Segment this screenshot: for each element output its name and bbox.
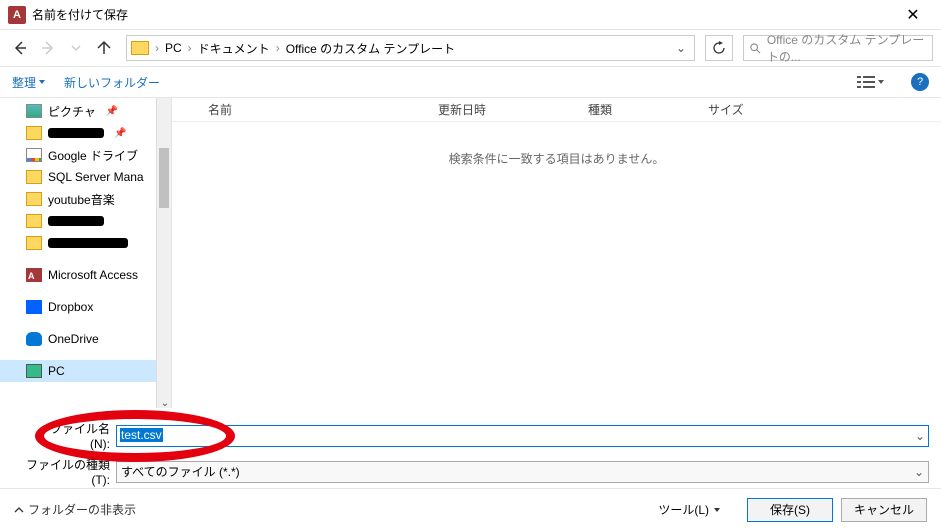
cancel-button[interactable]: キャンセル (841, 498, 927, 522)
save-button[interactable]: 保存(S) (747, 498, 833, 522)
sidebar-item-google-drive[interactable]: Google ドライブ (0, 144, 171, 166)
breadcrumb-dropdown[interactable]: ⌄ (676, 41, 686, 55)
filetype-dropdown[interactable]: ⌄ (914, 465, 924, 479)
column-size[interactable]: サイズ (708, 101, 788, 118)
folder-icon (26, 126, 42, 140)
sidebar-item-redacted[interactable] (0, 210, 171, 232)
refresh-icon (712, 41, 726, 55)
search-icon (750, 42, 761, 55)
hide-folders-button[interactable]: フォルダーの非表示 (14, 501, 136, 518)
filename-dropdown[interactable]: ⌄ (915, 429, 925, 443)
filetype-combo[interactable]: すべてのファイル (*.*) ⌄ (116, 461, 929, 483)
google-drive-icon (26, 148, 42, 162)
sidebar-item-access[interactable]: AMicrosoft Access (0, 264, 171, 286)
sidebar-item-sql-server[interactable]: SQL Server Mana (0, 166, 171, 188)
window-title: 名前を付けて保存 (32, 6, 893, 23)
toolbar: 整理 新しいフォルダー ? (0, 66, 941, 98)
forward-button[interactable] (36, 36, 60, 60)
filetype-value: すべてのファイル (*.*) (121, 463, 240, 480)
folder-icon (26, 236, 42, 250)
folder-icon (26, 192, 42, 206)
scrollbar-thumb[interactable] (159, 148, 169, 208)
file-list-area: 名前 更新日時 種類 サイズ 検索条件に一致する項目はありません。 (172, 98, 941, 408)
new-folder-button[interactable]: 新しいフォルダー (64, 74, 160, 91)
help-button[interactable]: ? (911, 73, 929, 91)
sidebar-item-dropbox[interactable]: Dropbox (0, 296, 171, 318)
tools-menu[interactable]: ツール(L) (658, 501, 721, 518)
pc-icon (26, 364, 42, 378)
folder-icon (26, 170, 42, 184)
filename-input[interactable] (116, 425, 929, 447)
access-app-icon: A (8, 6, 26, 24)
main-area: ピクチャ📌 📌 Google ドライブ SQL Server Mana yout… (0, 98, 941, 408)
back-button[interactable] (8, 36, 32, 60)
view-icon (857, 75, 875, 89)
chevron-down-icon (71, 43, 81, 53)
pin-icon: 📌 (106, 106, 118, 117)
empty-message: 検索条件に一致する項目はありません。 (172, 122, 941, 167)
search-placeholder: Office のカスタム テンプレートの... (767, 31, 926, 65)
filename-label: ファイル名(N): (36, 420, 116, 451)
close-button[interactable]: ✕ (893, 5, 933, 25)
up-button[interactable] (92, 36, 116, 60)
sidebar-scrollbar[interactable] (156, 98, 171, 408)
pin-icon: 📌 (114, 128, 126, 139)
sidebar-item-pictures[interactable]: ピクチャ📌 (0, 100, 171, 122)
chevron-down-icon (877, 78, 885, 86)
nav-bar: › PC › ドキュメント › Office のカスタム テンプレート ⌄ Of… (0, 30, 941, 66)
sidebar-item-redacted[interactable]: 📌 (0, 122, 171, 144)
filename-row: ファイル名(N): test.csv ⌄ (0, 414, 941, 454)
breadcrumb-current[interactable]: Office のカスタム テンプレート (284, 40, 457, 57)
sidebar-expand-toggle[interactable]: ⌄ (159, 398, 171, 408)
column-headers: 名前 更新日時 種類 サイズ (172, 98, 941, 122)
dropbox-icon (26, 300, 42, 314)
sidebar-item-pc[interactable]: PC (0, 360, 171, 382)
breadcrumb-pc[interactable]: PC (163, 41, 184, 55)
sidebar: ピクチャ📌 📌 Google ドライブ SQL Server Mana yout… (0, 98, 172, 408)
sidebar-item-youtube-music[interactable]: youtube音楽 (0, 188, 171, 210)
titlebar: A 名前を付けて保存 ✕ (0, 0, 941, 30)
chevron-right-icon: › (188, 41, 192, 55)
column-type[interactable]: 種類 (588, 101, 708, 118)
onedrive-icon (26, 332, 42, 346)
chevron-down-icon (713, 506, 721, 514)
redacted-label (48, 128, 104, 138)
folder-icon (131, 41, 149, 55)
filetype-label: ファイルの種類(T): (24, 456, 116, 487)
arrow-left-icon (12, 40, 28, 56)
breadcrumb[interactable]: › PC › ドキュメント › Office のカスタム テンプレート ⌄ (126, 35, 695, 61)
search-input[interactable]: Office のカスタム テンプレートの... (743, 35, 933, 61)
bottom-bar: フォルダーの非表示 ツール(L) 保存(S) キャンセル (0, 488, 941, 530)
access-icon: A (26, 268, 42, 282)
arrow-right-icon (40, 40, 56, 56)
sidebar-item-onedrive[interactable]: OneDrive (0, 328, 171, 350)
chevron-right-icon: › (276, 41, 280, 55)
filename-selected-text: test.csv (120, 428, 163, 442)
refresh-button[interactable] (705, 35, 733, 61)
redacted-label (48, 238, 128, 248)
column-name[interactable]: 名前 (208, 101, 438, 118)
pictures-icon (26, 104, 42, 118)
chevron-up-icon (14, 505, 24, 515)
chevron-right-icon: › (155, 41, 159, 55)
organize-menu[interactable]: 整理 (12, 74, 46, 91)
folder-icon (26, 214, 42, 228)
column-date[interactable]: 更新日時 (438, 101, 588, 118)
breadcrumb-documents[interactable]: ドキュメント (196, 40, 272, 57)
redacted-label (48, 216, 104, 226)
recent-dropdown[interactable] (64, 36, 88, 60)
sidebar-item-redacted[interactable] (0, 232, 171, 254)
arrow-up-icon (96, 40, 112, 56)
chevron-down-icon (38, 78, 46, 86)
view-options-button[interactable] (857, 75, 885, 89)
